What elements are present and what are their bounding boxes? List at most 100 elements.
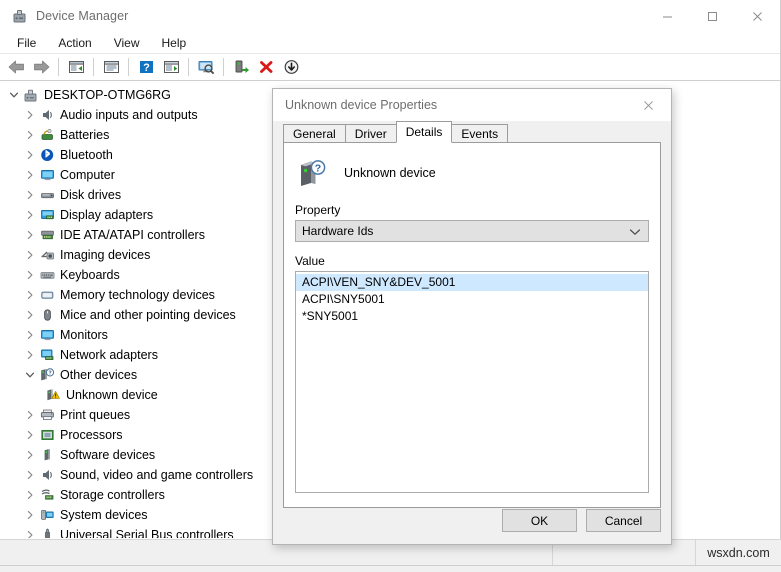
chevron-right-icon[interactable]	[22, 107, 38, 123]
tree-item-label: Storage controllers	[60, 488, 165, 502]
dialog-tabstrip: General Driver Details Events	[283, 121, 509, 143]
cancel-button[interactable]: Cancel	[586, 509, 661, 532]
property-label: Property	[295, 203, 341, 217]
toolbar-separator-5	[223, 58, 224, 76]
chevron-right-icon[interactable]	[22, 427, 38, 443]
computer-root-icon	[22, 87, 40, 103]
device-name: Unknown device	[344, 166, 436, 180]
chevron-right-icon[interactable]	[22, 127, 38, 143]
chevron-right-icon[interactable]	[22, 467, 38, 483]
chevron-down-icon[interactable]	[6, 87, 22, 103]
chevron-right-icon[interactable]	[22, 247, 38, 263]
close-button[interactable]	[735, 0, 780, 32]
bluetooth-icon	[38, 147, 56, 163]
chevron-down-icon[interactable]	[22, 367, 38, 383]
tree-item-label: IDE ATA/ATAPI controllers	[60, 228, 205, 242]
chevron-right-icon[interactable]	[22, 287, 38, 303]
keyboard-icon	[38, 267, 56, 283]
chevron-right-icon[interactable]	[22, 167, 38, 183]
chevron-right-icon[interactable]	[22, 227, 38, 243]
unknown-device-properties-dialog: Unknown device Properties General Driver…	[272, 88, 672, 545]
tree-item-label: Disk drives	[60, 188, 122, 202]
value-label: Value	[295, 254, 325, 268]
ok-button[interactable]: OK	[502, 509, 577, 532]
memory-device-icon	[38, 287, 56, 303]
value-listbox[interactable]: ACPI\VEN_SNY&DEV_5001 ACPI\SNY5001 *SNY5…	[295, 271, 649, 493]
tree-item-label: Print queues	[60, 408, 131, 422]
chevron-right-icon[interactable]	[22, 187, 38, 203]
tab-details[interactable]: Details	[395, 121, 453, 143]
scan-for-hardware-changes-icon[interactable]	[194, 56, 218, 79]
tab-events[interactable]: Events	[451, 124, 509, 143]
chevron-right-icon[interactable]	[22, 407, 38, 423]
show-hide-console-tree-icon[interactable]	[64, 56, 88, 79]
tab-general[interactable]: General	[283, 124, 346, 143]
tab-driver[interactable]: Driver	[344, 124, 397, 143]
device-manager-screen: Device Manager File Action View Help ? D…	[0, 0, 781, 572]
tree-item-label: Keyboards	[60, 268, 120, 282]
tree-item-label: Processors	[60, 428, 123, 442]
svg-text:?: ?	[315, 162, 321, 174]
details-tab-panel: ? Unknown device Property Hardware Ids V…	[283, 142, 661, 508]
property-dropdown-value: Hardware Ids	[302, 224, 374, 238]
tree-item-label: Monitors	[60, 328, 108, 342]
dialog-title: Unknown device Properties	[285, 98, 438, 112]
toolbar: ?	[0, 54, 780, 81]
battery-icon	[38, 127, 56, 143]
tree-item-label: Universal Serial Bus controllers	[60, 528, 234, 538]
minimize-button[interactable]	[645, 0, 690, 32]
speaker-icon	[38, 107, 56, 123]
tree-item-label: Batteries	[60, 128, 110, 142]
tree-item-label: Computer	[60, 168, 115, 182]
update-driver-icon[interactable]	[159, 56, 183, 79]
tree-item-label: Other devices	[60, 368, 138, 382]
network-adapter-icon	[38, 347, 56, 363]
property-dropdown[interactable]: Hardware Ids	[295, 220, 649, 242]
menu-action[interactable]: Action	[47, 33, 102, 53]
uninstall-device-icon[interactable]	[254, 56, 278, 79]
software-device-icon	[38, 447, 56, 463]
chevron-right-icon[interactable]	[22, 307, 38, 323]
toolbar-separator-1	[58, 58, 59, 76]
chevron-right-icon[interactable]	[22, 327, 38, 343]
disable-device-icon[interactable]	[279, 56, 303, 79]
menu-help[interactable]: Help	[151, 33, 198, 53]
maximize-button[interactable]	[690, 0, 735, 32]
menubar: File Action View Help	[0, 32, 780, 54]
chevron-right-icon[interactable]	[22, 447, 38, 463]
properties-icon[interactable]	[99, 56, 123, 79]
tree-item-label: System devices	[60, 508, 148, 522]
svg-text:?: ?	[48, 371, 51, 377]
device-header: ? Unknown device	[284, 143, 660, 191]
back-icon[interactable]	[4, 56, 28, 79]
value-list-item[interactable]: ACPI\SNY5001	[296, 291, 648, 308]
dialog-titlebar: Unknown device Properties	[273, 89, 671, 121]
chevron-right-icon[interactable]	[22, 147, 38, 163]
enable-device-icon[interactable]	[229, 56, 253, 79]
window-caption-buttons	[645, 0, 780, 32]
chevron-right-icon[interactable]	[22, 347, 38, 363]
chevron-right-icon[interactable]	[22, 507, 38, 523]
system-device-icon	[38, 507, 56, 523]
menu-view[interactable]: View	[103, 33, 151, 53]
ide-controller-icon	[38, 227, 56, 243]
tree-item-label: Memory technology devices	[60, 288, 215, 302]
toolbar-separator-2	[93, 58, 94, 76]
tree-item-label: Network adapters	[60, 348, 158, 362]
chevron-right-icon[interactable]	[22, 207, 38, 223]
dialog-close-button[interactable]	[626, 89, 671, 121]
chevron-right-icon[interactable]	[22, 267, 38, 283]
tree-item-label: Display adapters	[60, 208, 154, 222]
chevron-down-icon	[629, 221, 641, 243]
menu-file[interactable]: File	[6, 33, 47, 53]
value-list-item[interactable]: ACPI\VEN_SNY&DEV_5001	[296, 274, 648, 291]
sound-controller-icon	[38, 467, 56, 483]
device-manager-icon	[10, 7, 28, 25]
unknown-device-warning-icon	[44, 387, 62, 403]
chevron-right-icon[interactable]	[22, 487, 38, 503]
help-icon[interactable]: ?	[134, 56, 158, 79]
forward-icon[interactable]	[29, 56, 53, 79]
chevron-right-icon[interactable]	[22, 527, 38, 538]
tree-item-label: DESKTOP-OTMG6RG	[44, 88, 171, 102]
value-list-item[interactable]: *SNY5001	[296, 308, 648, 325]
